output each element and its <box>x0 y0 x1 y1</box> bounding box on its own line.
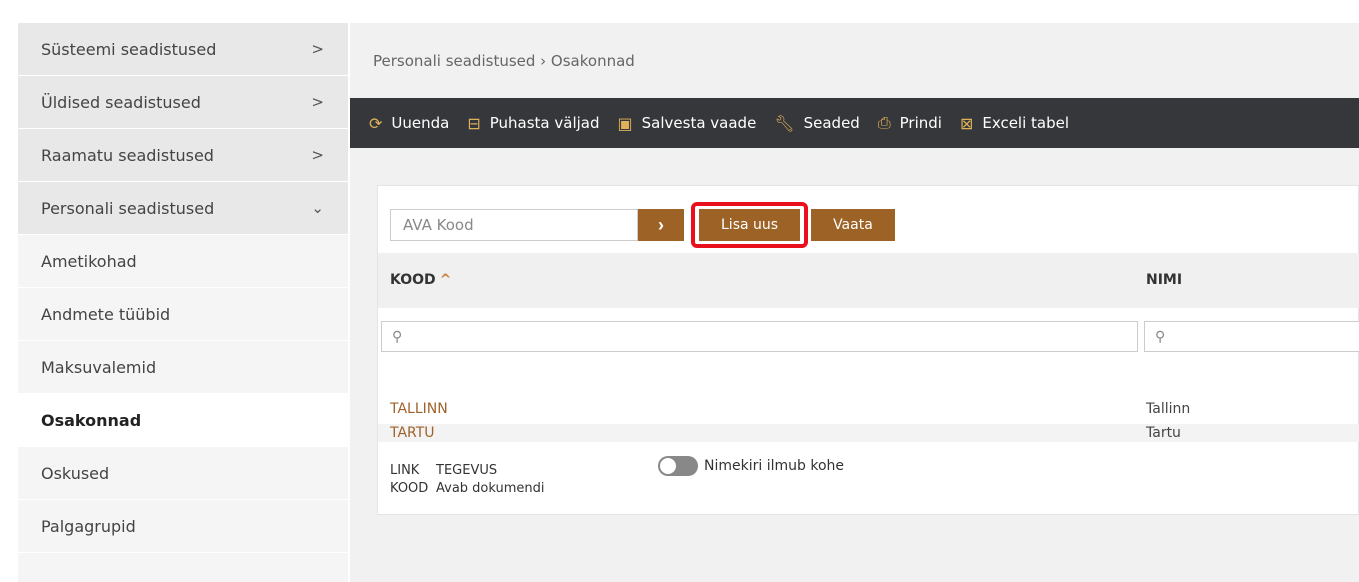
search-icon: ⚲ <box>392 328 403 345</box>
seaded-label: Seaded <box>803 114 860 132</box>
search-row: › Lisa uus Vaata <box>390 202 895 248</box>
sidebar-item-label: Ametikohad <box>41 251 137 271</box>
sidebar-item-ametikohad[interactable]: Ametikohad <box>18 235 348 288</box>
sidebar-item-raamatu[interactable]: Raamatu seadistused > <box>18 129 348 182</box>
sidebar-item-label: Süsteemi seadistused <box>41 39 217 59</box>
sidebar-item-uldised[interactable]: Üldised seadistused > <box>18 76 348 129</box>
sidebar-item-label: Üldised seadistused <box>41 92 201 112</box>
nimekiri-toggle-wrapper: Nimekiri ilmub kohe <box>658 456 844 476</box>
chevron-down-icon: ⌄ <box>311 199 324 217</box>
sidebar-item-label: Andmete tüübid <box>41 304 171 324</box>
sidebar-item-label: Osakonnad <box>41 410 142 430</box>
table-row[interactable]: TARTU Tartu <box>378 424 1359 442</box>
sidebar-item-label: Raamatu seadistused <box>41 145 214 165</box>
sidebar-item-maksuvalemid[interactable]: Maksuvalemid <box>18 341 348 394</box>
chevron-right-icon: > <box>311 40 324 58</box>
refresh-icon: ⟳ <box>369 113 383 133</box>
print-icon: ⎙ <box>877 113 891 132</box>
sidebar-item-label: Maksuvalemid <box>41 357 157 377</box>
sidebar-item-personali[interactable]: Personali seadistused ⌄ <box>18 182 348 235</box>
lisa-uus-button[interactable]: Lisa uus <box>699 209 801 241</box>
salvesta-vaade-button[interactable]: ▣ Salvesta vaade <box>618 114 757 133</box>
excel-label: Exceli tabel <box>982 114 1070 132</box>
sidebar-item-oskused[interactable]: Oskused <box>18 447 348 500</box>
go-button[interactable]: › <box>638 209 684 241</box>
nimi-filter-input[interactable]: ⚲ <box>1144 321 1359 352</box>
ava-kood-input[interactable] <box>390 209 638 241</box>
sidebar-item-palgagrupid[interactable]: Palgagrupid <box>18 500 348 553</box>
sidebar-item-andmete-tuubid[interactable]: Andmete tüübid <box>18 288 348 341</box>
kood-header-label: KOOD <box>390 272 436 288</box>
chevron-right-icon: > <box>311 93 324 111</box>
column-header-kood[interactable]: KOOD ^ <box>390 272 451 288</box>
nimi-cell: Tartu <box>1146 425 1181 441</box>
sidebar-item-label: Palgagrupid <box>41 516 136 536</box>
wrench-icon: 🔧︎ <box>774 113 795 133</box>
highlight-box: Lisa uus <box>691 202 809 248</box>
uuenda-label: Uuenda <box>391 114 450 132</box>
legend-value-tegevus: TEGEVUS <box>436 463 498 478</box>
toggle-label: Nimekiri ilmub kohe <box>704 458 844 474</box>
nimi-cell: Tallinn <box>1146 401 1191 417</box>
salvesta-label: Salvesta vaade <box>641 114 757 132</box>
clear-icon: ⊟ <box>467 113 481 133</box>
toolbar: ⟳ Uuenda ⊟ Puhasta väljad ▣ Salvesta vaa… <box>350 98 1359 148</box>
sidebar-item-label: Oskused <box>41 463 110 483</box>
legend: LINK TEGEVUS KOOD Avab dokumendi <box>390 462 545 498</box>
legend-value-avab: Avab dokumendi <box>436 481 545 496</box>
prindi-button[interactable]: ⎙ Prindi <box>878 113 942 133</box>
vaata-button[interactable]: Vaata <box>811 209 895 241</box>
puhasta-label: Puhasta väljad <box>489 114 600 132</box>
legend-key-link: LINK <box>390 463 420 478</box>
sidebar-item-osakonnad[interactable]: Osakonnad <box>18 394 348 447</box>
search-icon: ⚲ <box>1155 328 1166 345</box>
chevron-right-icon: > <box>311 146 324 164</box>
seaded-button[interactable]: 🔧︎ Seaded <box>774 114 860 133</box>
save-icon: ▣ <box>617 113 633 133</box>
prindi-label: Prindi <box>899 114 942 132</box>
exceli-tabel-button[interactable]: ⊠ Exceli tabel <box>960 114 1069 133</box>
sidebar-item-label: Personali seadistused <box>41 198 215 218</box>
excel-icon: ⊠ <box>959 113 974 133</box>
kood-cell[interactable]: TALLINN <box>390 401 448 417</box>
breadcrumb: Personali seadistused › Osakonnad <box>373 52 635 70</box>
list-panel: › Lisa uus Vaata KOOD^ NIMI ⚲ ⚲ TALLINN … <box>377 185 1359 515</box>
main-content: Personali seadistused › Osakonnad ⟳ Uuen… <box>350 23 1359 582</box>
legend-key-kood: KOOD <box>390 481 429 496</box>
table-header: KOOD ^ NIMI <box>378 253 1359 308</box>
uuenda-button[interactable]: ⟳ Uuenda <box>369 114 449 133</box>
sidebar-item-susteemi[interactable]: Süsteemi seadistused > <box>18 23 348 76</box>
column-header-nimi[interactable]: NIMI <box>1146 272 1182 288</box>
nimekiri-toggle[interactable] <box>658 456 698 476</box>
sort-ascending-icon: ^ <box>439 272 452 288</box>
table-row[interactable]: TALLINN Tallinn <box>378 400 1359 418</box>
kood-cell[interactable]: TARTU <box>390 425 435 441</box>
puhasta-valjad-button[interactable]: ⊟ Puhasta väljad <box>467 114 599 133</box>
sidebar: Süsteemi seadistused > Üldised seadistus… <box>18 23 348 582</box>
kood-filter-input[interactable]: ⚲ <box>381 321 1138 352</box>
